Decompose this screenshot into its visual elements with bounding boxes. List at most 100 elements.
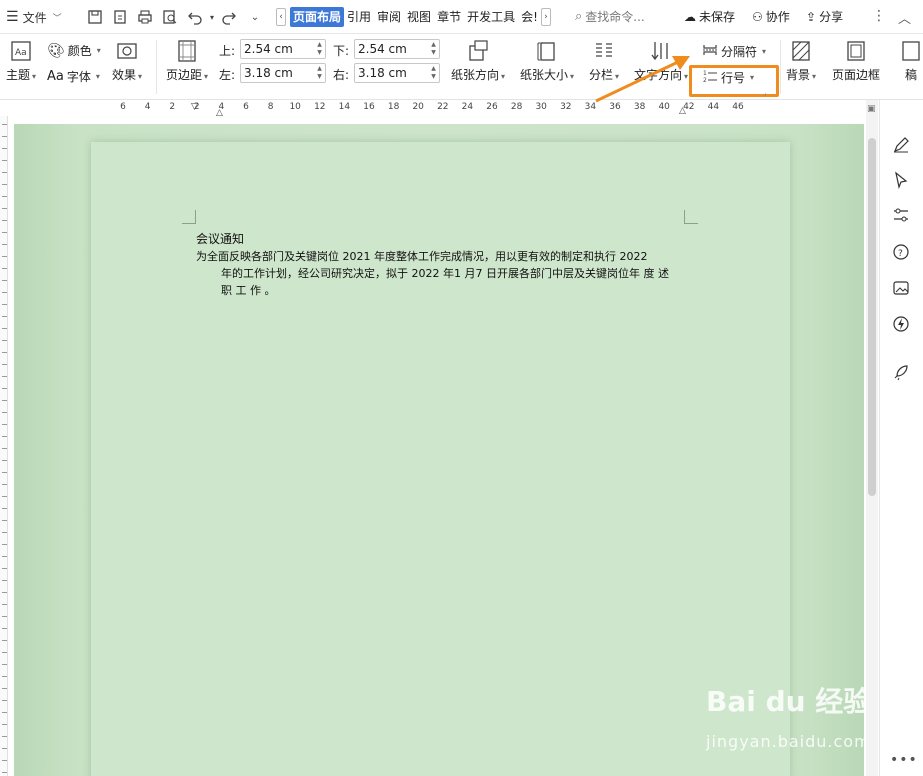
margins-button[interactable]: 页边距 ▾: [166, 40, 208, 83]
color-button[interactable]: 🎨︎ 颜色 ▾: [47, 42, 101, 59]
ruler-tick-mark: [2, 136, 7, 137]
tab-membership[interactable]: 会!: [518, 7, 541, 27]
unsaved-status[interactable]: ☁ 未保存: [684, 8, 735, 25]
margin-bottom-field[interactable]: 2.54 cm ▲ ▼: [354, 39, 440, 59]
scrollbar-thumb[interactable]: [868, 138, 876, 496]
ruler-tick-mark: [2, 244, 7, 245]
print-preview-icon[interactable]: [161, 8, 179, 26]
ruler-tick-mark: [2, 196, 7, 197]
stepper-icon[interactable]: ▲ ▼: [316, 65, 323, 81]
search-icon: ⌕: [575, 9, 583, 24]
breaks-button[interactable]: 分隔符 ▾: [702, 42, 766, 61]
ruler-tick-mark: [2, 496, 7, 497]
user-add-icon: ⚇: [752, 9, 763, 24]
sliders-icon[interactable]: [891, 205, 911, 225]
ruler-tick-label: 30: [535, 102, 547, 112]
line-numbers-button[interactable]: 12 行号 ▾: [702, 68, 754, 87]
command-search[interactable]: ⌕ 查找命令...: [575, 8, 645, 25]
margin-left-field[interactable]: 3.18 cm ▲ ▼: [240, 63, 326, 83]
page-border-icon: [845, 40, 867, 62]
tabs-scroll-right-icon[interactable]: ›: [540, 8, 551, 26]
print-icon[interactable]: [136, 8, 154, 26]
save-icon[interactable]: [86, 8, 104, 26]
ruler-tick-label: 28: [510, 102, 523, 112]
first-line-indent-icon[interactable]: ▽: [191, 102, 198, 112]
ruler-tick-mark: [2, 484, 7, 485]
ruler-tick-mark: [2, 328, 7, 329]
wps-writer-window: ☰ 文件 ﹀ ▾ ⌄ ‹ 页面布局 引用 审阅 视图 章节 开发工具 会! › …: [0, 0, 923, 776]
more-options-icon[interactable]: ⋮: [872, 8, 886, 24]
stepper-icon[interactable]: ▲ ▼: [316, 41, 323, 57]
pen-icon[interactable]: [891, 135, 911, 155]
margin-top-field[interactable]: 2.54 cm ▲ ▼: [240, 39, 326, 59]
undo-dropdown-icon[interactable]: ▾: [203, 8, 221, 26]
ruler-tick-mark: [2, 712, 7, 713]
ruler-tick-mark: [2, 604, 7, 605]
redo-icon[interactable]: [220, 8, 238, 26]
ruler-tick-mark: [2, 376, 7, 377]
ruler-tick-mark: [2, 364, 7, 365]
stepper-icon[interactable]: ▲ ▼: [430, 41, 437, 57]
scroll-up-icon[interactable]: ▣: [867, 104, 876, 114]
ruler-tick-mark: [2, 148, 7, 149]
paragraph-line: 年的工作计划，经公司研究决定，拟于 2022 年1 月7 日开展各部门中层及关键…: [221, 267, 669, 280]
columns-button[interactable]: 分栏 ▾: [589, 40, 619, 83]
theme-button[interactable]: Aa 主题 ▾: [6, 40, 36, 83]
cursor-select-icon[interactable]: [891, 170, 911, 190]
effect-button[interactable]: 效果 ▾: [112, 40, 142, 83]
right-indent-icon[interactable]: △: [679, 106, 686, 116]
ruler-tick-label: 18: [387, 102, 400, 112]
ruler-tick-mark: [2, 316, 7, 317]
tabs-scroll-left-icon[interactable]: ‹: [276, 8, 286, 26]
orientation-button[interactable]: 纸张方向 ▾: [451, 40, 505, 83]
more-quick-access-icon[interactable]: ⌄: [246, 8, 264, 26]
cloud-icon: ☁: [684, 9, 696, 24]
background-button[interactable]: 背景 ▾: [786, 40, 816, 83]
tab-section[interactable]: 章节: [434, 7, 464, 27]
more-tools-icon[interactable]: •••: [890, 752, 918, 768]
page-border-button[interactable]: 页面边框: [832, 40, 880, 83]
tab-view[interactable]: 视图: [404, 7, 434, 27]
rocket-icon[interactable]: [891, 362, 911, 382]
share-button[interactable]: ⇪ 分享: [806, 8, 843, 25]
ribbon-divider: [156, 40, 157, 94]
ribbon-tabs: ‹ 页面布局 引用 审阅 视图 章节 开发工具 会! ›: [276, 6, 551, 28]
export-pdf-icon[interactable]: [111, 8, 129, 26]
hamburger-icon: ☰: [6, 9, 19, 25]
hanging-indent-icon[interactable]: △: [216, 108, 223, 118]
file-menu-button[interactable]: ☰ 文件 ﹀: [6, 8, 62, 26]
search-input[interactable]: 查找命令...: [585, 8, 644, 25]
paper-size-button[interactable]: 纸张大小 ▾: [520, 40, 574, 83]
ruler-tick-mark: [2, 184, 7, 185]
horizontal-ruler[interactable]: 6 4 2 2 4 6 8 10 12 14 16 18 20 22 24 26 28 30 32 34 36 38 40 4…: [0, 100, 880, 118]
columns-icon: [593, 40, 615, 62]
ruler-tick-label: 12: [314, 102, 326, 112]
ruler-tick-mark: [2, 388, 7, 389]
page-break-icon: [702, 42, 718, 61]
image-tool-icon[interactable]: [891, 278, 911, 298]
dialog-launcher-icon[interactable]: ⌟: [763, 88, 767, 97]
ruler-tick-mark: [2, 724, 7, 725]
ruler-tick-label: 26: [486, 102, 498, 112]
margin-right-field[interactable]: 3.18 cm ▲ ▼: [354, 63, 440, 83]
ribbon-overflow-item[interactable]: 稿: [900, 40, 922, 83]
tab-review[interactable]: 审阅: [374, 7, 404, 27]
document-title[interactable]: 会议通知: [196, 230, 244, 247]
vertical-ruler: [0, 116, 8, 776]
tab-references[interactable]: 引用: [344, 7, 374, 27]
ruler-tick-label: 14: [338, 102, 351, 112]
document-paragraph[interactable]: 为全面反映各部门及关键岗位 2021 年度整体工作完成情况，用以更有效的制定和执…: [196, 248, 690, 299]
help-icon[interactable]: ?: [891, 242, 911, 262]
collapse-ribbon-icon[interactable]: ︿: [898, 8, 911, 27]
svg-text:?: ?: [898, 249, 903, 259]
ruler-tick-label: 20: [412, 102, 424, 112]
tab-page-layout[interactable]: 页面布局: [290, 7, 345, 27]
lightning-icon[interactable]: [891, 314, 911, 334]
paragraph-line: 为全面反映各部门及关键岗位 2021 年度整体工作完成情况，用以更有效的制定和执…: [196, 250, 648, 263]
font-button[interactable]: Aa 字体 ▾: [47, 68, 100, 85]
stepper-icon[interactable]: ▲ ▼: [430, 65, 437, 81]
collaborate-button[interactable]: ⚇ 协作: [752, 8, 790, 25]
text-direction-button[interactable]: 文字方向 ▾: [634, 40, 688, 83]
tab-developer[interactable]: 开发工具: [464, 7, 518, 27]
undo-icon[interactable]: [186, 8, 204, 26]
